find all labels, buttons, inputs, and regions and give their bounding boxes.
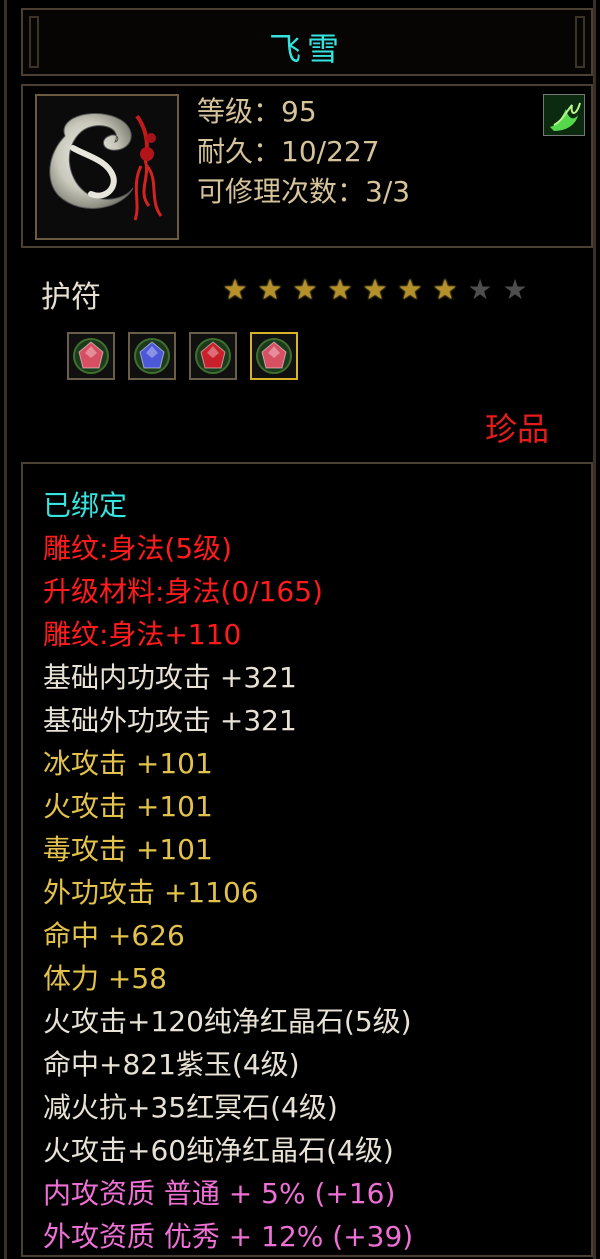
- level-line: 等级：95: [197, 95, 317, 128]
- attribute-line: 命中+821紫玉(4级): [43, 1048, 300, 1081]
- star-rating: ★ ★ ★ ★ ★ ★ ★ ★ ★: [221, 276, 529, 304]
- green-gem-icon[interactable]: [250, 332, 298, 380]
- red-gem-icon[interactable]: [189, 332, 237, 380]
- jade-amulet-icon: [35, 94, 179, 240]
- attribute-line: 已绑定: [43, 489, 128, 522]
- star-filled-icon: ★: [222, 273, 248, 306]
- star-filled-icon: ★: [327, 273, 353, 306]
- attribute-line: 基础外功攻击 +321: [43, 704, 297, 737]
- attribute-line: 减火抗+35红冥石(4级): [43, 1091, 338, 1124]
- attribute-line: 基础内功攻击 +321: [43, 661, 297, 694]
- star-empty-icon: ★: [502, 273, 528, 306]
- attribute-line: 外攻资质 优秀 + 12% (+39): [43, 1220, 414, 1253]
- gem-slots: [67, 332, 298, 380]
- star-filled-icon: ★: [292, 273, 318, 306]
- attribute-line: 毒攻击 +101: [43, 833, 213, 866]
- star-empty-icon: ★: [467, 273, 493, 306]
- item-header-panel: 等级：95 耐久：10/227 可修理次数：3/3: [21, 84, 593, 248]
- rarity-label: 珍品: [484, 410, 549, 448]
- attribute-line: 冰攻击 +101: [43, 747, 213, 780]
- item-type: 护符: [41, 280, 101, 315]
- star-filled-icon: ★: [397, 273, 423, 306]
- blue-gem-icon[interactable]: [128, 332, 176, 380]
- durability-line: 耐久：10/227: [197, 135, 380, 168]
- attribute-line: 火攻击+60纯净红晶石(4级): [43, 1134, 394, 1167]
- attribute-line: 雕纹:身法+110: [43, 618, 242, 651]
- attribute-panel: 已绑定雕纹:身法(5级) 升级材料:身法(0/165) 雕纹:身法+110 基础内功攻…: [21, 462, 593, 1257]
- attribute-line: 内攻资质 普通 + 5% (+16): [43, 1177, 396, 1210]
- star-filled-icon: ★: [257, 273, 283, 306]
- item-tooltip: 飞雪 等级：95 耐久：10/227 可修理次数：3/3 护符 ★ ★ ★ ★ …: [4, 0, 596, 1259]
- attribute-line: 外功攻击 +1106: [43, 876, 259, 909]
- item-stats: 等级：95 耐久：10/227 可修理次数：3/3: [197, 92, 410, 212]
- star-filled-icon: ★: [362, 273, 388, 306]
- attribute-line: 体力 +58: [43, 962, 167, 995]
- attribute-list: 已绑定雕纹:身法(5级) 升级材料:身法(0/165) 雕纹:身法+110 基础内功攻…: [43, 484, 413, 1258]
- green-flame-icon: [543, 94, 585, 136]
- green-gem-icon[interactable]: [67, 332, 115, 380]
- star-filled-icon: ★: [432, 273, 458, 306]
- attribute-line: 升级材料:身法(0/165): [43, 575, 323, 608]
- repair-count-line: 可修理次数：3/3: [197, 175, 411, 208]
- title-bar: 飞雪: [21, 8, 593, 76]
- attribute-line: 命中 +626: [43, 919, 185, 952]
- attribute-line: 火攻击 +101: [43, 790, 213, 823]
- item-name: 飞雪: [268, 30, 345, 68]
- attribute-line: 雕纹:身法(5级): [43, 532, 233, 565]
- attribute-line: 火攻击+120纯净红晶石(5级): [43, 1005, 412, 1038]
